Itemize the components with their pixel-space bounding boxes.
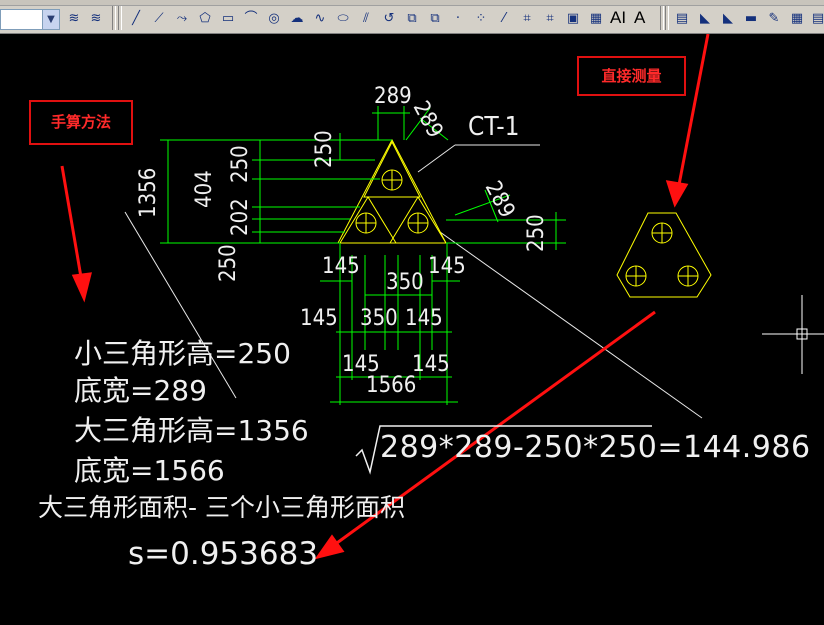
layer-states-icon[interactable]: ≋ — [86, 9, 106, 29]
dim-label: 250 — [312, 130, 337, 168]
region-icon-2[interactable]: ▣ — [563, 9, 583, 29]
dim-label: 289 — [374, 84, 412, 109]
calc-line: 大三角形高=1356 — [74, 414, 309, 447]
calc-line: 大三角形面积- 三个小三角形面积 — [38, 493, 405, 522]
dim-label: 1566 — [366, 373, 417, 398]
dim-label: 404 — [192, 170, 217, 208]
line-icon[interactable]: ╱ — [126, 9, 146, 29]
menu-strip — [0, 0, 824, 6]
gradient-icon[interactable]: ⁄ — [494, 9, 514, 29]
dim-label: 250 — [228, 145, 253, 183]
dim-label: 350 — [360, 306, 398, 331]
toolbar-separator — [118, 6, 122, 30]
dim-baseline-icon[interactable]: ◣ — [718, 9, 738, 29]
multiline-text-button[interactable]: AI — [610, 8, 626, 28]
dim-label: 250 — [216, 244, 241, 282]
dim-aligned-icon[interactable]: ◣ — [695, 9, 715, 29]
part-label: CT-1 — [468, 112, 520, 142]
boundary-icon[interactable]: ⌗ — [540, 9, 560, 29]
insert-block-icon[interactable]: ↺ — [379, 9, 399, 29]
text-button[interactable]: A — [634, 8, 645, 28]
ellipse-icon[interactable]: ⬭ — [333, 9, 353, 29]
dim-label: 145 — [428, 254, 466, 279]
hand-calc-callout: 手算方法 — [29, 100, 133, 145]
sqrt-formula: 289*289-250*250=144.986 — [380, 430, 811, 465]
layer-manager-icon[interactable]: ≋ — [64, 9, 84, 29]
make-block-icon[interactable]: ⧉ — [402, 9, 422, 29]
dim-label: 350 — [386, 270, 424, 295]
circle-icon[interactable]: ◎ — [264, 9, 284, 29]
triangle-ct1-drawing — [337, 138, 447, 244]
dim-style-icon[interactable]: ✎ — [764, 9, 784, 29]
crosshair-cursor — [762, 295, 824, 374]
calc-line: 底宽=1566 — [74, 454, 225, 487]
arc-icon[interactable]: ⌒ — [241, 9, 261, 29]
direct-measure-callout: 直接测量 — [577, 56, 686, 96]
area-result: s=0.953683 — [128, 536, 319, 572]
point-icon[interactable]: ⧉ — [425, 9, 445, 29]
hatch-icon[interactable]: ⁘ — [471, 9, 491, 29]
rectangle-icon[interactable]: ▭ — [218, 9, 238, 29]
dim-label: 202 — [228, 198, 253, 236]
dim-label: 145 — [412, 352, 450, 377]
dim-label: 145 — [322, 254, 360, 279]
polyline-icon[interactable]: ⤳ — [172, 9, 192, 29]
calc-line: 底宽=289 — [74, 374, 207, 407]
dim-label: 145 — [405, 306, 443, 331]
match-properties-icon[interactable]: ▤ — [808, 9, 824, 29]
dim-label: 1356 — [136, 167, 161, 218]
toolbar: ▼ ≋ ≋ ╱ ⟋ ⤳ ⬠ ▭ ⌒ ◎ ☁ ∿ ⬭ ⫽ ↺ ⧉ ⧉ · ⁘ ⁄ … — [0, 0, 824, 34]
dim-continue-icon[interactable]: ▬ — [741, 9, 761, 29]
toolbar-separator — [660, 6, 664, 30]
polygon-icon[interactable]: ⬠ — [195, 9, 215, 29]
drawing-line — [417, 144, 456, 173]
drawing-line — [439, 231, 703, 419]
dim-label: 145 — [300, 306, 338, 331]
layer-dropdown[interactable]: ▼ — [0, 9, 60, 30]
toolbar-separator — [665, 6, 669, 30]
toolbar-separator — [112, 6, 116, 30]
chevron-down-icon[interactable]: ▼ — [42, 10, 59, 29]
table-icon[interactable]: ▦ — [586, 9, 606, 29]
measured-shape-drawing — [616, 212, 712, 298]
dim-label: 250 — [524, 214, 549, 252]
properties-icon[interactable]: ▦ — [787, 9, 807, 29]
spline-icon[interactable]: ∿ — [310, 9, 330, 29]
construction-line-icon[interactable]: ⟋ — [149, 9, 169, 29]
cloud-icon[interactable]: ☁ — [287, 9, 307, 29]
region-icon[interactable]: ⌗ — [517, 9, 537, 29]
dim-linear-icon[interactable]: ▤ — [672, 9, 692, 29]
ellipse-arc-icon[interactable]: ⫽ — [356, 9, 376, 29]
point-icon-2[interactable]: · — [448, 9, 468, 29]
calc-line: 小三角形高=250 — [74, 337, 291, 370]
